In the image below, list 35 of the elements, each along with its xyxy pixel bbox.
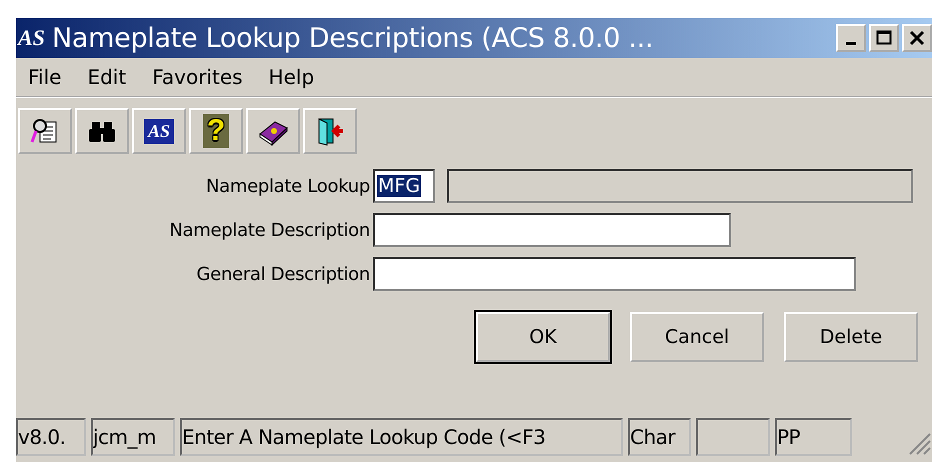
toolbar-button[interactable] [75, 108, 129, 154]
input-field[interactable] [373, 213, 731, 247]
status-pane: Enter A Nameplate Lookup Code (<F3 [180, 418, 623, 456]
toolbar-button[interactable] [18, 108, 72, 154]
input-field[interactable] [373, 257, 856, 291]
minimize-button[interactable] [836, 24, 866, 52]
field-label: Nameplate Lookup [204, 176, 370, 196]
status-pane: PP [775, 418, 852, 456]
dialog-button[interactable]: OK [476, 312, 610, 362]
close-icon [909, 30, 925, 46]
input-field[interactable]: MFG [373, 169, 435, 203]
field-value: MFG [377, 175, 422, 197]
toolbar-button[interactable] [246, 108, 300, 154]
field-label: General Description [196, 264, 370, 284]
window-title: Nameplate Lookup Descriptions (ACS 8.0.0 ... [52, 22, 654, 54]
status-pane: jcm_m [91, 418, 175, 456]
field-label: Nameplate Description [168, 220, 370, 240]
menu-item[interactable]: Help [268, 65, 314, 89]
maximize-button[interactable] [869, 24, 899, 52]
status-pane: v8.0. [16, 418, 86, 456]
menu-item[interactable]: File [28, 65, 62, 89]
menu-item[interactable]: Favorites [152, 65, 243, 89]
toolbar-button[interactable] [303, 108, 357, 154]
toolbar-button[interactable]: ? [189, 108, 243, 154]
menu-item[interactable]: Edit [87, 65, 126, 89]
app-logo-icon: AS [144, 118, 174, 144]
dialog-button[interactable]: Cancel [630, 312, 764, 362]
status-pane: Char [628, 418, 691, 456]
maximize-icon [876, 30, 892, 46]
minimize-icon [846, 42, 856, 44]
toolbar-button[interactable]: AS [132, 108, 186, 154]
help-icon: ? [202, 114, 230, 148]
app-logo-icon: AS [18, 25, 52, 51]
dialog-button[interactable]: Delete [784, 312, 918, 362]
close-button[interactable] [902, 24, 932, 52]
